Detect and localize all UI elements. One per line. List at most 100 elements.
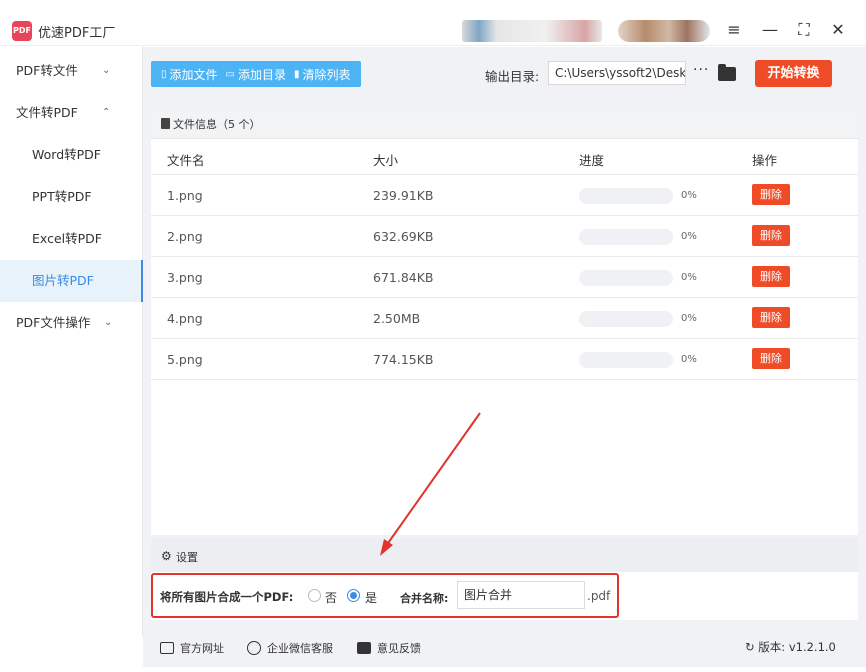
chevron-down-icon: ⌄	[102, 65, 111, 76]
file-size: 774.15KB	[373, 352, 434, 367]
file-name: 2.png	[167, 229, 203, 244]
sidebar: PDF转文件 ⌄ 文件转PDF ⌃ Word转PDF PPT转PDF Excel…	[0, 47, 143, 637]
progress-percent: 0%	[681, 313, 697, 324]
column-progress: 进度	[579, 153, 605, 168]
delete-button[interactable]: 删除	[752, 225, 790, 246]
settings-title: 设置	[176, 551, 198, 564]
sidebar-item-label: PDF文件操作	[16, 315, 91, 330]
add-folder-button[interactable]: ▭ 添加目录	[226, 66, 286, 83]
feedback-label: 意见反馈	[377, 642, 421, 655]
maximize-icon[interactable]: ⛶	[792, 18, 816, 42]
menu-icon[interactable]: ≡	[722, 18, 746, 42]
column-action: 操作	[752, 153, 778, 168]
refresh-icon: ↻	[745, 640, 755, 654]
website-icon	[160, 642, 174, 654]
merge-name-input[interactable]: 图片合并	[457, 581, 585, 609]
trash-icon: ▮	[294, 68, 300, 80]
pdf-suffix: .pdf	[587, 589, 611, 603]
file-size: 632.69KB	[373, 229, 434, 244]
settings-header: ⚙ 设置	[151, 539, 858, 572]
file-name: 4.png	[167, 311, 203, 326]
merge-name-label: 合并名称:	[400, 592, 449, 605]
table-row: 1.png 239.91KB 0% 删除	[151, 175, 858, 216]
radio-yes-label: 是	[365, 591, 378, 605]
sidebar-item-pdf-to-file[interactable]: PDF转文件 ⌄	[0, 50, 143, 92]
website-link[interactable]: 官方网址	[160, 640, 224, 656]
column-name: 文件名	[167, 153, 205, 168]
progress-bar	[579, 270, 673, 286]
table-row: 4.png 2.50MB 0% 删除	[151, 298, 858, 339]
file-name: 3.png	[167, 270, 203, 285]
blurred-account-info	[462, 20, 602, 42]
sidebar-item-label: Excel转PDF	[32, 231, 102, 246]
file-info-header: 文件信息（5 个）	[151, 107, 858, 139]
file-info-title: 文件信息（5 个）	[173, 118, 261, 131]
title-bar: PDF 优速PDF工厂 ≡ — ⛶ ✕	[0, 0, 866, 46]
output-dir-label: 输出目录:	[485, 69, 540, 84]
version-label: ↻ 版本: v1.2.1.0	[745, 639, 836, 655]
progress-percent: 0%	[681, 190, 697, 201]
file-button-group: ▯ 添加文件 ▭ 添加目录 ▮ 清除列表	[151, 61, 361, 87]
progress-percent: 0%	[681, 231, 697, 242]
start-convert-button[interactable]: 开始转换	[755, 60, 832, 87]
document-icon	[161, 118, 170, 129]
file-size: 239.91KB	[373, 188, 434, 203]
sidebar-item-label: 文件转PDF	[16, 105, 78, 120]
progress-percent: 0%	[681, 354, 697, 365]
radio-yes[interactable]	[347, 589, 360, 602]
version-text: 版本: v1.2.1.0	[758, 640, 836, 654]
main-panel: ▯ 添加文件 ▭ 添加目录 ▮ 清除列表 输出目录: C:\Users\ysso…	[143, 47, 866, 637]
table-row: 2.png 632.69KB 0% 删除	[151, 216, 858, 257]
merge-label: 将所有图片合成一个PDF:	[160, 590, 294, 604]
wechat-support-link[interactable]: 企业微信客服	[247, 640, 333, 656]
sidebar-item-file-to-pdf[interactable]: 文件转PDF ⌃	[0, 92, 143, 134]
minimize-icon[interactable]: —	[758, 18, 782, 42]
progress-bar	[579, 229, 673, 245]
footer: 官方网址 企业微信客服 意见反馈 ↻ 版本: v1.2.1.0	[143, 627, 866, 667]
sidebar-item-ppt-to-pdf[interactable]: PPT转PDF	[0, 176, 143, 218]
table-row: 3.png 671.84KB 0% 删除	[151, 257, 858, 298]
feedback-icon	[357, 642, 371, 654]
sidebar-item-label: Word转PDF	[32, 147, 101, 162]
file-name: 1.png	[167, 188, 203, 203]
chevron-down-icon: ⌄	[104, 317, 113, 328]
table-header: 文件名 大小 进度 操作	[151, 139, 858, 175]
close-icon[interactable]: ✕	[826, 18, 850, 42]
sidebar-item-label: PPT转PDF	[32, 189, 92, 204]
sidebar-item-image-to-pdf[interactable]: 图片转PDF	[0, 260, 143, 302]
column-size: 大小	[373, 153, 399, 168]
progress-bar	[579, 311, 673, 327]
radio-no-label: 否	[325, 591, 338, 605]
output-dir-input[interactable]: C:\Users\yssoft2\Deskt	[548, 61, 686, 85]
app-title: 优速PDF工厂	[38, 26, 116, 41]
sidebar-item-label: PDF转文件	[16, 63, 78, 78]
add-file-label: 添加文件	[169, 67, 218, 82]
delete-button[interactable]: 删除	[752, 184, 790, 205]
toolbar: ▯ 添加文件 ▭ 添加目录 ▮ 清除列表 输出目录: C:\Users\ysso…	[143, 47, 866, 99]
sidebar-item-word-to-pdf[interactable]: Word转PDF	[0, 134, 143, 176]
merge-settings: 将所有图片合成一个PDF: 否 是 合并名称: 图片合并 .pdf	[151, 572, 858, 620]
website-label: 官方网址	[180, 642, 224, 655]
radio-no[interactable]	[308, 589, 321, 602]
feedback-link[interactable]: 意见反馈	[357, 640, 421, 656]
sidebar-item-excel-to-pdf[interactable]: Excel转PDF	[0, 218, 143, 260]
delete-button[interactable]: 删除	[752, 307, 790, 328]
delete-button[interactable]: 删除	[752, 348, 790, 369]
app-logo: PDF	[12, 21, 32, 41]
gear-icon: ⚙	[161, 549, 172, 563]
table-row: 5.png 774.15KB 0% 删除	[151, 339, 858, 380]
file-size: 671.84KB	[373, 270, 434, 285]
add-folder-label: 添加目录	[237, 67, 286, 82]
blurred-avatar	[618, 20, 710, 42]
file-size: 2.50MB	[373, 311, 421, 326]
sidebar-item-pdf-operations[interactable]: PDF文件操作 ⌄	[0, 302, 143, 344]
wechat-label: 企业微信客服	[267, 642, 333, 655]
add-file-button[interactable]: ▯ 添加文件	[161, 66, 218, 83]
file-icon: ▯	[161, 68, 167, 80]
delete-button[interactable]: 删除	[752, 266, 790, 287]
folder-icon[interactable]	[718, 64, 736, 81]
file-name: 5.png	[167, 352, 203, 367]
clear-list-button[interactable]: ▮ 清除列表	[294, 66, 351, 83]
clear-list-label: 清除列表	[302, 67, 351, 82]
more-options-icon[interactable]: ···	[693, 62, 709, 78]
